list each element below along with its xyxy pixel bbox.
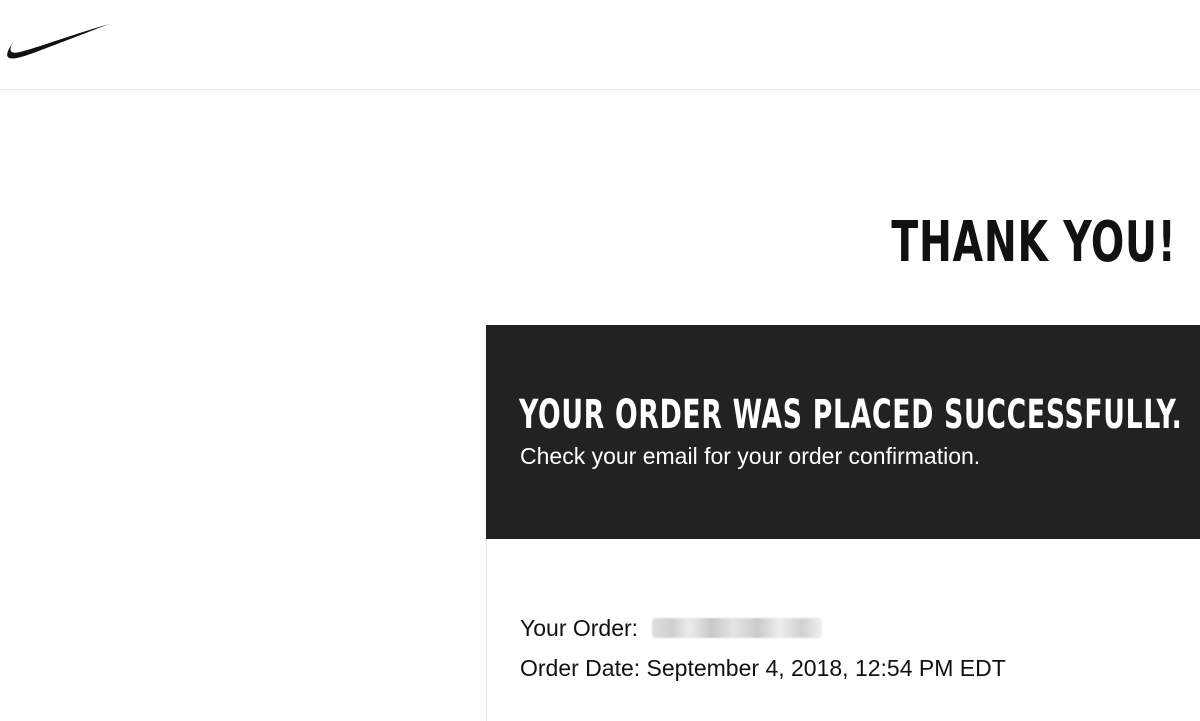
order-details-panel: Your Order: Order Date: September 4, 201… (486, 539, 1200, 721)
success-message-panel: YOUR ORDER WAS PLACED SUCCESSFULLY. Chec… (486, 325, 1200, 539)
order-confirmation-page: THANK YOU! YOUR ORDER WAS PLACED SUCCESS… (0, 0, 1200, 721)
success-heading: YOUR ORDER WAS PLACED SUCCESSFULLY. (519, 392, 1183, 438)
order-number-label: Your Order: (520, 615, 639, 641)
page-title: THANK YOU! (890, 210, 1176, 275)
order-date-value: September 4, 2018, 12:54 PM EDT (646, 655, 1006, 681)
redacted-order-number (652, 618, 823, 638)
swoosh-logo-icon[interactable] (5, 22, 110, 62)
order-number-row: Your Order: (520, 614, 823, 642)
order-date-row: Order Date: September 4, 2018, 12:54 PM … (520, 654, 1006, 682)
site-header (0, 0, 1200, 90)
swoosh-icon (7, 24, 109, 59)
confirmation-instruction: Check your email for your order confirma… (520, 443, 981, 469)
order-date-label: Order Date: (520, 655, 641, 681)
